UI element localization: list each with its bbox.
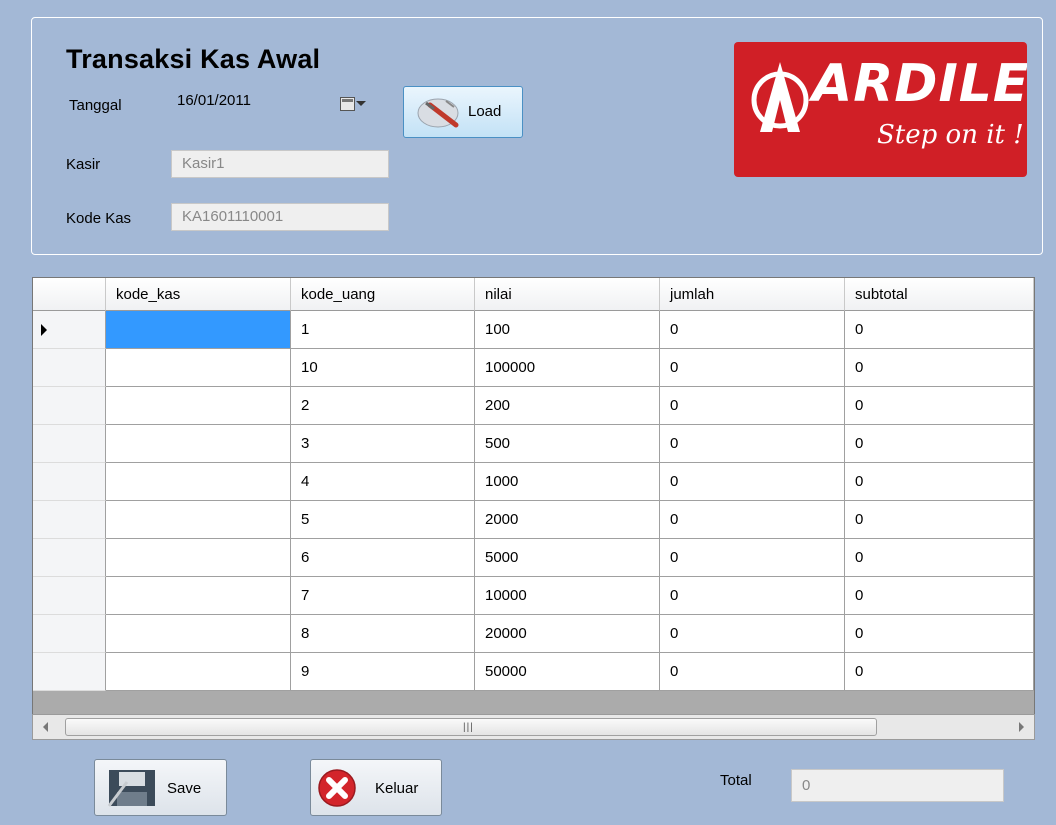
cell-kode-uang[interactable]: 9: [291, 653, 475, 691]
cell-kode-kas[interactable]: [106, 539, 291, 577]
cell-kode-kas[interactable]: [106, 311, 291, 349]
ardiles-logo: ARDILES Step on it !: [734, 42, 1027, 177]
cell-subtotal[interactable]: 0: [845, 387, 1034, 425]
cell-kode-uang[interactable]: 4: [291, 463, 475, 501]
save-label: Save: [167, 780, 202, 797]
cell-subtotal[interactable]: 0: [845, 311, 1034, 349]
column-header-kode-uang[interactable]: kode_uang: [291, 278, 475, 311]
cell-subtotal[interactable]: 0: [845, 653, 1034, 691]
cell-kode-uang[interactable]: 2: [291, 387, 475, 425]
cell-kode-kas[interactable]: [106, 463, 291, 501]
cell-kode-kas[interactable]: [106, 349, 291, 387]
row-header[interactable]: [33, 501, 106, 539]
total-label: Total: [720, 772, 752, 789]
logo-brand-text: ARDILES: [812, 54, 1027, 114]
cell-jumlah[interactable]: 0: [660, 311, 845, 349]
cell-nilai[interactable]: 10000: [475, 577, 660, 615]
cell-kode-kas[interactable]: [106, 425, 291, 463]
cell-kode-uang[interactable]: 1: [291, 311, 475, 349]
row-header[interactable]: [33, 463, 106, 501]
cell-subtotal[interactable]: 0: [845, 349, 1034, 387]
row-header[interactable]: [33, 311, 106, 349]
current-row-arrow-icon: [41, 324, 47, 336]
row-header[interactable]: [33, 387, 106, 425]
plug-icon: [416, 95, 468, 135]
page-title: Transaksi Kas Awal: [66, 44, 321, 74]
close-icon: [317, 768, 357, 812]
save-icon: [107, 768, 157, 812]
data-grid[interactable]: kode_kas kode_uang nilai jumlah subtotal…: [32, 277, 1035, 737]
cell-kode-kas[interactable]: [106, 387, 291, 425]
cell-subtotal[interactable]: 0: [845, 615, 1034, 653]
scroll-left-icon[interactable]: [43, 722, 48, 732]
kode-kas-label: Kode Kas: [66, 210, 132, 227]
row-header[interactable]: [33, 653, 106, 691]
cell-nilai[interactable]: 20000: [475, 615, 660, 653]
tanggal-datepicker[interactable]: 16/01/2011: [171, 92, 391, 120]
horizontal-scrollbar[interactable]: |||: [32, 714, 1035, 740]
row-header[interactable]: [33, 615, 106, 653]
cell-kode-uang[interactable]: 10: [291, 349, 475, 387]
chevron-down-icon[interactable]: [356, 101, 366, 106]
kas-awal-window: Transaksi Kas Awal Tanggal 16/01/2011 Lo…: [0, 0, 1056, 825]
cell-jumlah[interactable]: 0: [660, 615, 845, 653]
cell-kode-uang[interactable]: 3: [291, 425, 475, 463]
cell-kode-kas[interactable]: [106, 577, 291, 615]
cell-jumlah[interactable]: 0: [660, 349, 845, 387]
cell-nilai[interactable]: 200: [475, 387, 660, 425]
cell-subtotal[interactable]: 0: [845, 577, 1034, 615]
row-header[interactable]: [33, 349, 106, 387]
load-button[interactable]: Load: [403, 86, 523, 138]
cell-kode-kas[interactable]: [106, 615, 291, 653]
cell-nilai[interactable]: 1000: [475, 463, 660, 501]
total-field[interactable]: 0: [791, 769, 1004, 802]
column-header-nilai[interactable]: nilai: [475, 278, 660, 311]
cell-subtotal[interactable]: 0: [845, 539, 1034, 577]
row-header[interactable]: [33, 577, 106, 615]
cell-kode-uang[interactable]: 7: [291, 577, 475, 615]
cell-nilai[interactable]: 2000: [475, 501, 660, 539]
cell-jumlah[interactable]: 0: [660, 539, 845, 577]
row-header[interactable]: [33, 425, 106, 463]
cell-nilai[interactable]: 5000: [475, 539, 660, 577]
cell-jumlah[interactable]: 0: [660, 387, 845, 425]
cell-kode-uang[interactable]: 5: [291, 501, 475, 539]
column-header-subtotal[interactable]: subtotal: [845, 278, 1034, 311]
cell-jumlah[interactable]: 0: [660, 463, 845, 501]
save-button[interactable]: Save: [94, 759, 227, 816]
row-header[interactable]: [33, 539, 106, 577]
cell-subtotal[interactable]: 0: [845, 425, 1034, 463]
cell-kode-uang[interactable]: 8: [291, 615, 475, 653]
cell-kode-uang[interactable]: 6: [291, 539, 475, 577]
load-label: Load: [468, 103, 502, 120]
cell-jumlah[interactable]: 0: [660, 653, 845, 691]
cell-jumlah[interactable]: 0: [660, 501, 845, 539]
cell-kode-kas[interactable]: [106, 653, 291, 691]
tanggal-value: 16/01/2011: [177, 92, 251, 109]
column-header-kode-kas[interactable]: kode_kas: [106, 278, 291, 311]
cell-nilai[interactable]: 500: [475, 425, 660, 463]
kasir-field[interactable]: Kasir1: [171, 150, 389, 178]
cell-jumlah[interactable]: 0: [660, 425, 845, 463]
cell-kode-kas[interactable]: [106, 501, 291, 539]
grid-corner-header[interactable]: [33, 278, 106, 311]
keluar-button[interactable]: Keluar: [310, 759, 442, 816]
column-header-jumlah[interactable]: jumlah: [660, 278, 845, 311]
cell-subtotal[interactable]: 0: [845, 463, 1034, 501]
cell-nilai[interactable]: 50000: [475, 653, 660, 691]
cell-nilai[interactable]: 100: [475, 311, 660, 349]
kode-kas-field[interactable]: KA1601110001: [171, 203, 389, 231]
logo-mark-icon: [751, 62, 809, 132]
scroll-thumb[interactable]: |||: [65, 718, 877, 736]
cell-nilai[interactable]: 100000: [475, 349, 660, 387]
grip-icon: |||: [463, 722, 474, 733]
kasir-label: Kasir: [66, 156, 101, 173]
keluar-label: Keluar: [375, 780, 419, 797]
calendar-icon[interactable]: [340, 97, 355, 111]
scroll-right-icon[interactable]: [1019, 722, 1024, 732]
cell-jumlah[interactable]: 0: [660, 577, 845, 615]
logo-slogan-text: Step on it !: [877, 120, 1024, 150]
tanggal-label: Tanggal: [69, 97, 122, 114]
cell-subtotal[interactable]: 0: [845, 501, 1034, 539]
